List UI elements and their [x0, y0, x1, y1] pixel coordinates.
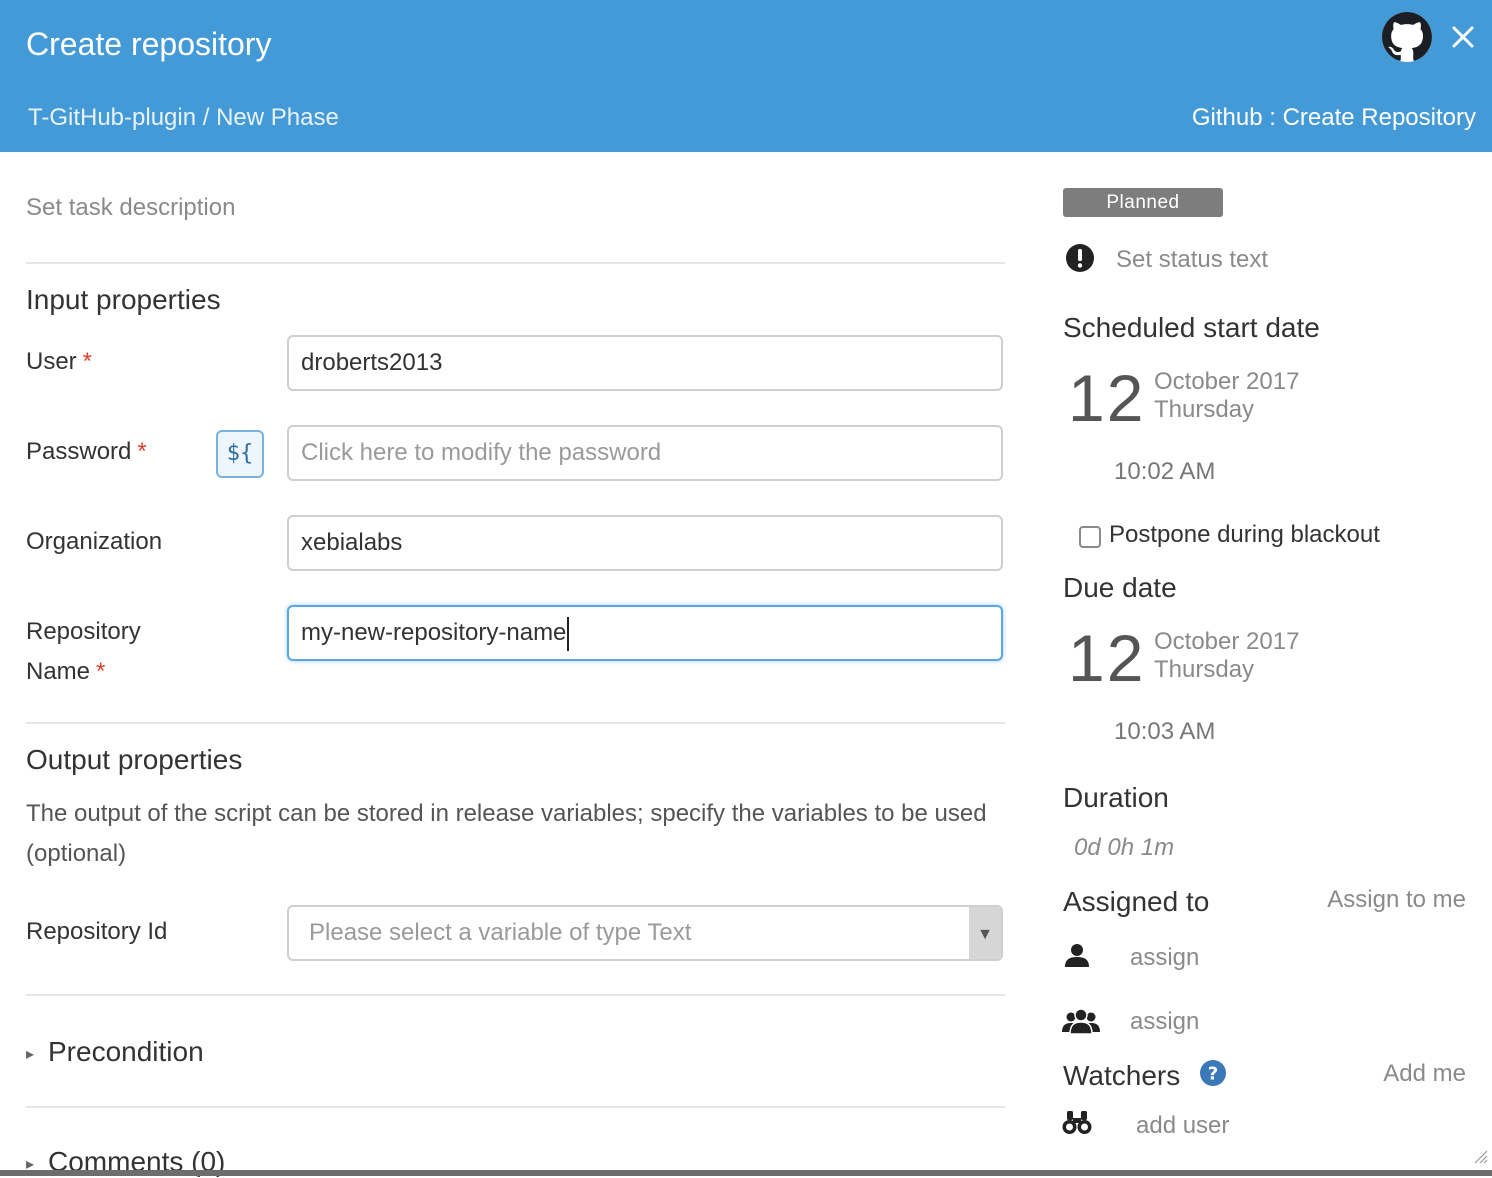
repository-id-select[interactable]: Please select a variable of type Text ▼ — [287, 905, 1003, 961]
dialog-title: Create repository — [26, 26, 272, 62]
required-marker: * — [137, 438, 147, 465]
task-description[interactable]: Set task description — [26, 194, 235, 222]
repository-name-label: Repository Name * — [26, 612, 141, 692]
organization-label: Organization — [26, 528, 163, 555]
required-marker: * — [82, 348, 93, 375]
watchers-title: Watchers — [1063, 1060, 1181, 1091]
team-icon — [1062, 1008, 1100, 1034]
assign-team-link[interactable]: assign — [1130, 1008, 1199, 1036]
help-icon[interactable]: ? — [1200, 1060, 1226, 1086]
status-badge: Planned — [1063, 188, 1223, 217]
repository-name-value: my-new-repository-name — [301, 619, 567, 646]
duration-value[interactable]: 0d 0h 1m — [1074, 834, 1174, 862]
due-date-weekday: Thursday — [1154, 656, 1255, 683]
scheduled-start-title: Scheduled start date — [1063, 312, 1320, 343]
postpone-label[interactable]: Postpone during blackout — [1109, 521, 1380, 549]
password-input[interactable]: Click here to modify the password — [287, 425, 1003, 481]
precondition-label: Precondition — [48, 1036, 204, 1067]
add-user-link[interactable]: add user — [1136, 1112, 1229, 1140]
task-type-label: Github : Create Repository — [1191, 104, 1476, 131]
divider — [26, 722, 1005, 724]
resize-handle-icon[interactable] — [1472, 1148, 1488, 1164]
user-icon — [1065, 944, 1089, 967]
scheduled-start-month-year: October 2017 — [1154, 368, 1300, 395]
assign-user-link[interactable]: assign — [1130, 944, 1199, 972]
breadcrumb[interactable]: T-GitHub-plugin / New Phase — [28, 104, 339, 132]
text-caret — [567, 616, 570, 651]
duration-title: Duration — [1063, 782, 1169, 813]
add-me-link[interactable]: Add me — [1383, 1060, 1466, 1088]
user-label-text: User — [26, 348, 77, 375]
postpone-checkbox[interactable] — [1079, 526, 1101, 548]
user-input[interactable]: droberts2013 — [287, 335, 1003, 391]
divider — [26, 1106, 1005, 1108]
scheduled-start-weekday: Thursday — [1154, 396, 1255, 423]
user-label: User * — [26, 342, 92, 382]
variable-toggle-button[interactable]: ${ — [216, 430, 264, 478]
password-label-text: Password — [26, 438, 132, 465]
close-icon[interactable] — [1450, 24, 1476, 50]
dialog-header: Create repository T-GitHub-plugin / New … — [0, 0, 1492, 152]
divider — [26, 262, 1005, 264]
input-properties-title: Input properties — [26, 284, 221, 315]
repository-name-label-line2: Name — [26, 658, 91, 685]
exclamation-circle-icon — [1066, 244, 1094, 272]
required-marker: * — [96, 658, 106, 685]
repository-name-input[interactable]: my-new-repository-name — [287, 605, 1003, 661]
github-icon — [1382, 12, 1432, 62]
assign-to-me-link[interactable]: Assign to me — [1327, 886, 1466, 914]
output-properties-title: Output properties — [26, 744, 243, 775]
password-label: Password * — [26, 432, 147, 472]
repository-id-label: Repository Id — [26, 918, 168, 945]
due-date-time[interactable]: 10:03 AM — [1114, 718, 1215, 746]
binoculars-icon — [1062, 1111, 1092, 1134]
assigned-to-title: Assigned to — [1063, 886, 1210, 917]
organization-input[interactable]: xebialabs — [287, 515, 1003, 571]
due-date-day[interactable]: 12 — [1068, 620, 1145, 696]
output-properties-description: The output of the script can be stored i… — [26, 800, 987, 867]
repository-id-placeholder: Please select a variable of type Text — [309, 919, 692, 946]
precondition-toggle[interactable]: ▸ Precondition — [26, 1036, 204, 1068]
divider — [26, 994, 1005, 996]
chevron-down-icon[interactable]: ▼ — [969, 907, 1001, 959]
svg-text:?: ? — [1208, 1064, 1218, 1085]
scheduled-start-time[interactable]: 10:02 AM — [1114, 458, 1215, 486]
due-date-title: Due date — [1063, 572, 1177, 603]
caret-right-icon: ▸ — [26, 1045, 35, 1063]
status-text-input[interactable]: Set status text — [1116, 246, 1268, 274]
due-date-month-year: October 2017 — [1154, 628, 1300, 655]
bottom-bar — [0, 1170, 1492, 1176]
scheduled-start-day[interactable]: 12 — [1068, 360, 1145, 436]
repository-name-label-line1: Repository — [26, 618, 141, 645]
